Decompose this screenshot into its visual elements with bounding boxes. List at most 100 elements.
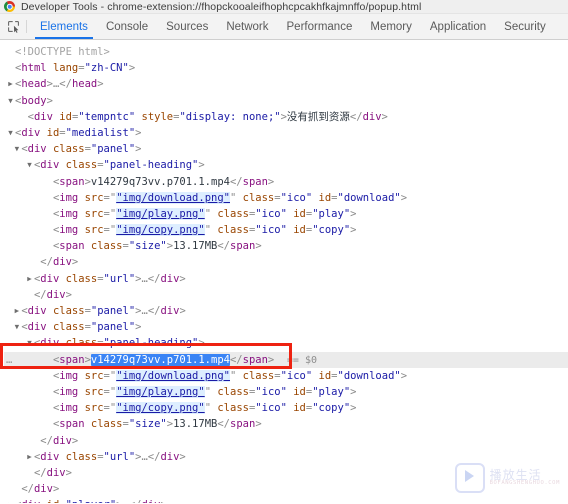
attr-id: id — [318, 369, 332, 382]
overflow-dots: … — [6, 353, 13, 366]
attr-id-value: "copy" — [312, 224, 351, 237]
attr-src: src — [84, 207, 104, 220]
inspect-element-button[interactable] — [0, 14, 26, 39]
dom-line-panel-3[interactable]: ▼ <div class="panel"> — [4, 319, 568, 335]
tab-elements[interactable]: Elements — [31, 14, 97, 39]
triangle-expanded-icon[interactable]: ▼ — [12, 319, 21, 335]
attr-src: src — [84, 369, 104, 382]
dom-line-close-heading-1[interactable]: ▸ </div> — [4, 254, 568, 270]
dom-line-panel-heading-3[interactable]: ▼ <div class="panel-heading"> — [4, 335, 568, 351]
dom-line-img-download-2[interactable]: ▸ <img src=""img/download.png"" class="i… — [4, 368, 568, 384]
img-copy-link[interactable]: "img/copy.png" — [116, 224, 205, 237]
triangle-collapsed-icon[interactable]: ▶ — [6, 497, 15, 503]
attr-id-value: "tempntc" — [78, 110, 136, 123]
dom-line-close-panel-1[interactable]: ▸ </div> — [4, 287, 568, 303]
attr-class-value: "ico" — [255, 224, 287, 237]
dom-line-img-download-1[interactable]: ▸ <img src=""img/download.png"" class="i… — [4, 190, 568, 206]
dom-line-head[interactable]: ▶ <head>…</head> — [4, 76, 568, 92]
dom-line-url-1[interactable]: ▶ <div class="url">…</div> — [4, 271, 568, 287]
tab-performance[interactable]: Performance — [278, 14, 362, 39]
triangle-expanded-icon[interactable]: ▼ — [25, 157, 34, 173]
tag-span-close: span — [230, 418, 256, 431]
dom-line-filename-selected[interactable]: …▸ <span>v14279q73vv.p701.1.mp4</span> =… — [4, 351, 568, 368]
img-copy-link[interactable]: "img/copy.png" — [116, 402, 205, 415]
tag-head-close: head — [71, 78, 98, 91]
tag-div: div — [27, 305, 47, 317]
attr-class: class — [217, 385, 249, 398]
attr-id: id — [293, 224, 306, 237]
dom-line-body-open[interactable]: ▼ <body> — [4, 93, 568, 109]
triangle-expanded-icon[interactable]: ▼ — [12, 141, 21, 157]
triangle-expanded-icon[interactable]: ▼ — [6, 93, 15, 109]
attr-class: class — [65, 272, 98, 285]
tab-console[interactable]: Console — [97, 14, 157, 39]
attr-class: class — [65, 450, 98, 463]
triangle-collapsed-icon[interactable]: ▶ — [12, 303, 21, 319]
dom-line-panel-heading-1[interactable]: ▼ <div class="panel-heading"> — [4, 157, 568, 173]
selected-filename-text[interactable]: v14279q73vv.p701.1.mp4 — [90, 353, 230, 366]
dom-line-tempntc[interactable]: ▸ <div id="tempntc" style="display: none… — [4, 109, 568, 125]
tag-img: img — [59, 402, 79, 415]
attr-style: style — [141, 110, 174, 123]
dom-line-panel-1[interactable]: ▼ <div class="panel"> — [4, 141, 568, 157]
tag-span: span — [59, 240, 85, 253]
tag-div-close: div — [160, 450, 180, 463]
img-play-link[interactable]: "img/play.png" — [116, 207, 205, 220]
tag-div-close: div — [46, 466, 66, 479]
devtools-tabbar: Elements Console Sources Network Perform… — [0, 14, 568, 40]
attr-src: src — [84, 224, 104, 237]
dom-line-html-open[interactable]: ▸<html lang="zh-CN"> — [4, 60, 568, 76]
triangle-expanded-icon[interactable]: ▼ — [25, 335, 34, 351]
tag-img: img — [59, 191, 79, 204]
dom-line-size-2[interactable]: ▸ <span class="size">13.17MB</span> — [4, 416, 568, 432]
attr-class-value: "ico" — [255, 402, 287, 415]
attr-class: class — [65, 337, 98, 350]
tag-img: img — [59, 385, 79, 398]
tag-div-close: div — [33, 483, 53, 496]
attr-id: id — [293, 385, 306, 398]
attr-id-value: "medialist" — [65, 126, 136, 139]
img-download-link[interactable]: "img/download.png" — [116, 369, 230, 382]
attr-class-value: "panel-heading" — [103, 159, 199, 172]
dom-line-panel-2[interactable]: ▶ <div class="panel">…</div> — [4, 303, 568, 319]
dom-line-close-panel-3[interactable]: ▸ </div> — [4, 465, 568, 481]
attr-class: class — [65, 159, 98, 172]
tag-body: body — [21, 94, 47, 107]
dom-tree-panel[interactable]: ▸<!DOCTYPE html> ▸<html lang="zh-CN"> ▶<… — [0, 40, 568, 503]
tag-span: span — [59, 353, 85, 366]
dom-line-medialist[interactable]: ▼ <div id="medialist"> — [4, 125, 568, 141]
dom-line-close-medialist[interactable]: ▸ </div> — [4, 481, 568, 497]
attr-src: src — [84, 385, 104, 398]
tab-network[interactable]: Network — [217, 14, 277, 39]
attr-class: class — [217, 207, 249, 220]
triangle-expanded-icon[interactable]: ▼ — [6, 125, 15, 141]
attr-class: class — [242, 191, 275, 204]
dom-line-img-copy-2[interactable]: ▸ <img src=""img/copy.png"" class="ico" … — [4, 400, 568, 416]
dom-line-doctype[interactable]: ▸<!DOCTYPE html> — [4, 44, 568, 60]
dom-line-img-copy-1[interactable]: ▸ <img src=""img/copy.png"" class="ico" … — [4, 222, 568, 238]
chrome-logo-icon — [4, 1, 15, 12]
dom-line-img-play-2[interactable]: ▸ <img src=""img/play.png"" class="ico" … — [4, 384, 568, 400]
attr-id-value: "play" — [312, 385, 351, 398]
tag-div-close: div — [46, 288, 66, 301]
attr-class: class — [217, 402, 249, 415]
dom-line-url-2[interactable]: ▶ <div class="url">…</div> — [4, 449, 568, 465]
tab-sources[interactable]: Sources — [157, 14, 217, 39]
tag-div: div — [40, 337, 60, 350]
dom-line-close-heading-3[interactable]: ▸ </div> — [4, 433, 568, 449]
img-play-link[interactable]: "img/play.png" — [116, 385, 205, 398]
triangle-collapsed-icon[interactable]: ▶ — [25, 271, 34, 287]
attr-src: src — [84, 191, 104, 204]
attr-class: class — [52, 321, 85, 334]
dom-line-img-play-1[interactable]: ▸ <img src=""img/play.png"" class="ico" … — [4, 206, 568, 222]
dom-line-size-1[interactable]: ▸ <span class="size">13.17MB</span> — [4, 238, 568, 254]
dom-line-player[interactable]: ▶<div id="player">…</div> — [4, 497, 568, 503]
tag-span: span — [59, 418, 85, 431]
tab-security[interactable]: Security — [495, 14, 555, 39]
img-download-link[interactable]: "img/download.png" — [116, 191, 230, 204]
tab-application[interactable]: Application — [421, 14, 495, 39]
triangle-collapsed-icon[interactable]: ▶ — [25, 449, 34, 465]
tab-memory[interactable]: Memory — [361, 14, 421, 39]
triangle-collapsed-icon[interactable]: ▶ — [6, 76, 15, 92]
dom-line-filename-1[interactable]: ▸ <span>v14279q73vv.p701.1.mp4</span> — [4, 174, 568, 190]
